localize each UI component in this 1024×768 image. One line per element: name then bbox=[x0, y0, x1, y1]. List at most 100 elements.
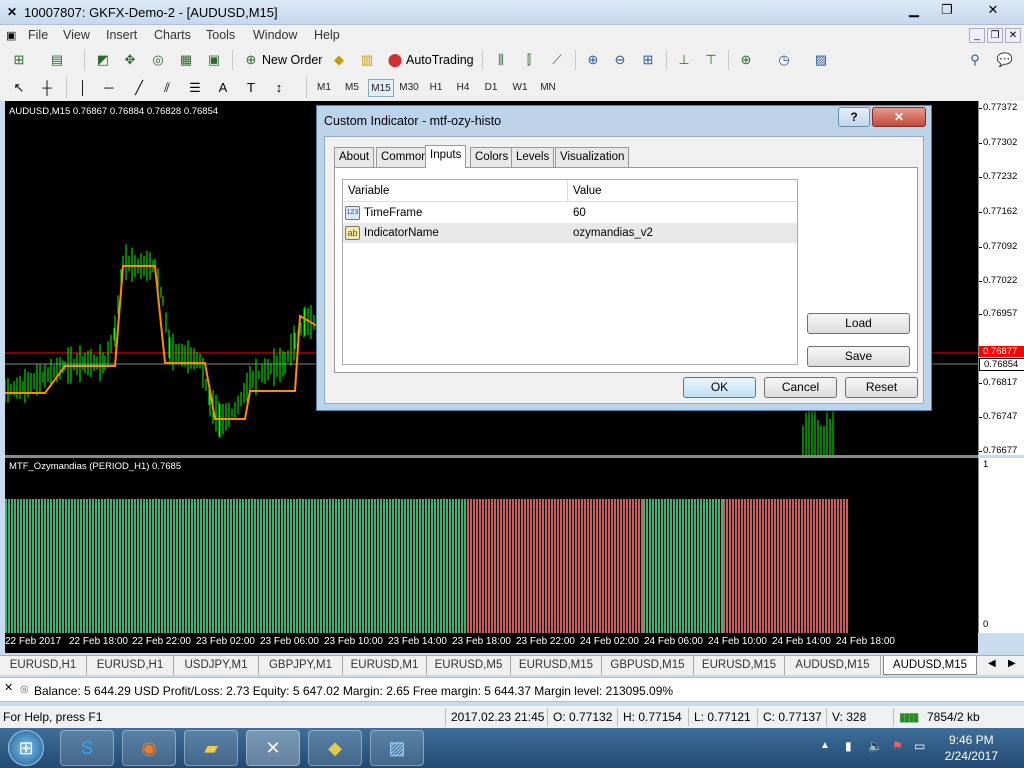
tab-visualization[interactable]: Visualization bbox=[555, 147, 630, 167]
terminal-close-icon[interactable]: ✕ bbox=[4, 681, 13, 694]
clock[interactable]: 9:46 PM 2/24/2017 bbox=[945, 732, 998, 764]
firefox-taskbar-button[interactable]: ◉ bbox=[122, 730, 176, 766]
connection-status-icon[interactable]: ▮▮▮▮ bbox=[899, 710, 919, 724]
market-watch-icon[interactable]: ◩ bbox=[92, 49, 114, 71]
ok-button[interactable]: OK bbox=[683, 377, 756, 398]
menu-window[interactable]: Window bbox=[253, 28, 297, 42]
crosshair-icon[interactable]: ┼ bbox=[36, 77, 58, 99]
indicator-subwindow[interactable]: MTF_Ozymandias (PERIOD_H1) 0.7685 bbox=[5, 458, 978, 633]
indicator-scale[interactable]: 1 0 bbox=[978, 458, 1024, 633]
explorer-taskbar-button[interactable]: ▰ bbox=[184, 730, 238, 766]
reset-button[interactable]: Reset bbox=[845, 377, 918, 398]
profiles-icon[interactable]: ▤ bbox=[46, 49, 68, 71]
text-icon[interactable]: A bbox=[212, 77, 234, 99]
tray-volume-icon[interactable]: 🔈 bbox=[868, 739, 883, 753]
navigator-icon[interactable]: ✥ bbox=[119, 49, 141, 71]
new-order-icon[interactable]: ⊕ bbox=[240, 49, 262, 71]
tab-about[interactable]: About bbox=[334, 147, 375, 167]
table-row[interactable]: ab IndicatorName ozymandias_v2 bbox=[343, 223, 797, 243]
dialog-close-button[interactable]: ✕ bbox=[872, 107, 926, 127]
vertical-line-icon[interactable]: │ bbox=[72, 77, 94, 99]
timeframe-m30[interactable]: M30 bbox=[396, 79, 422, 97]
cancel-button[interactable]: Cancel bbox=[764, 377, 837, 398]
new-chart-icon[interactable]: ⊞ bbox=[8, 49, 30, 71]
chart-shift-icon[interactable]: ⊥ bbox=[673, 49, 695, 71]
indicators-icon[interactable]: ⊕ bbox=[735, 49, 757, 71]
chart-tab[interactable]: GBPUSD,M15 bbox=[602, 656, 694, 675]
tray-battery-icon[interactable]: ▭ bbox=[914, 739, 925, 753]
chart-tab[interactable]: GBPJPY,M1 bbox=[259, 656, 343, 675]
chart-tab[interactable]: AUDUSD,M15 bbox=[785, 656, 881, 675]
fibonacci-icon[interactable]: ☰ bbox=[184, 77, 206, 99]
show-hidden-icons[interactable]: ▲ bbox=[820, 740, 830, 751]
menu-tools[interactable]: Tools bbox=[206, 28, 235, 42]
timeframe-m5[interactable]: M5 bbox=[340, 79, 364, 97]
menu-help[interactable]: Help bbox=[314, 28, 340, 42]
autotrading-icon[interactable]: ⬤ bbox=[384, 49, 406, 71]
tabs-scroll-right-icon[interactable]: ▶ bbox=[1008, 658, 1016, 669]
metaeditor-icon[interactable]: ◆ bbox=[328, 49, 350, 71]
column-header-variable[interactable]: Variable bbox=[343, 180, 568, 202]
minimize-button[interactable]: ▁ bbox=[900, 1, 928, 21]
dialog-help-button[interactable]: ? bbox=[838, 107, 870, 127]
autotrading-button[interactable]: AutoTrading bbox=[406, 53, 474, 67]
zoom-out-icon[interactable]: ⊖ bbox=[609, 49, 631, 71]
equidistant-channel-icon[interactable]: ⫽ bbox=[156, 77, 178, 99]
strategy-tester-icon[interactable]: ▣ bbox=[203, 49, 225, 71]
templates-icon[interactable]: ▨ bbox=[810, 49, 832, 71]
chart-tab[interactable]: USDJPY,M1 bbox=[174, 656, 259, 675]
mdi-minimize-button[interactable]: _ bbox=[969, 28, 985, 43]
chart-tab[interactable]: EURUSD,M1 bbox=[343, 656, 427, 675]
tab-inputs[interactable]: Inputs bbox=[425, 145, 467, 168]
auto-scroll-icon[interactable]: ⊤ bbox=[700, 49, 722, 71]
chart-tab-active[interactable]: AUDUSD,M15 bbox=[883, 656, 977, 675]
chat-icon[interactable]: 💬 bbox=[994, 49, 1016, 71]
menu-view[interactable]: View bbox=[63, 28, 90, 42]
param-value[interactable]: ozymandias_v2 bbox=[573, 223, 653, 243]
horizontal-line-icon[interactable]: ─ bbox=[98, 77, 120, 99]
market-icon[interactable]: ▥ bbox=[356, 49, 378, 71]
restore-button[interactable]: ❐ bbox=[933, 1, 961, 21]
menu-insert[interactable]: Insert bbox=[106, 28, 137, 42]
candlesticks-icon[interactable]: ⫿ bbox=[518, 49, 540, 71]
mdi-restore-button[interactable]: ❐ bbox=[987, 28, 1003, 43]
data-window-icon[interactable]: ◎ bbox=[147, 49, 169, 71]
child-window-icon[interactable]: ▣ bbox=[6, 29, 16, 42]
mdi-close-button[interactable]: ✕ bbox=[1005, 28, 1021, 43]
start-button[interactable]: ⊞ bbox=[8, 730, 44, 766]
photo-viewer-taskbar-button[interactable]: ▨ bbox=[370, 730, 424, 766]
line-chart-icon[interactable]: ⟋ bbox=[546, 49, 568, 71]
text-label-icon[interactable]: T bbox=[240, 77, 262, 99]
chart-tab[interactable]: EURUSD,M15 bbox=[694, 656, 785, 675]
tabs-scroll-left-icon[interactable]: ◀ bbox=[988, 658, 996, 669]
skype-taskbar-button[interactable]: S bbox=[60, 730, 114, 766]
arrows-icon[interactable]: ↕ bbox=[268, 77, 290, 99]
price-scale[interactable]: 0.77372 0.77302 0.77232 0.77162 0.77092 … bbox=[978, 101, 1024, 456]
chart-tab[interactable]: EURUSD,H1 bbox=[87, 656, 174, 675]
timeframe-h4[interactable]: H4 bbox=[452, 79, 474, 97]
chart-tab[interactable]: EURUSD,H1 bbox=[0, 656, 87, 675]
new-order-button[interactable]: New Order bbox=[262, 53, 322, 67]
chart-tab[interactable]: EURUSD,M15 bbox=[511, 656, 602, 675]
save-button[interactable]: Save bbox=[807, 346, 910, 367]
column-header-value[interactable]: Value bbox=[568, 180, 797, 202]
load-button[interactable]: Load bbox=[807, 313, 910, 334]
trendline-icon[interactable]: ╱ bbox=[128, 77, 150, 99]
timeframe-m15[interactable]: M15 bbox=[368, 79, 394, 97]
search-icon[interactable]: ⚲ bbox=[964, 49, 986, 71]
param-value[interactable]: 60 bbox=[573, 203, 586, 223]
close-button[interactable]: ✕ bbox=[978, 1, 1008, 21]
timeframe-mn[interactable]: MN bbox=[536, 79, 560, 97]
timeframe-d1[interactable]: D1 bbox=[480, 79, 502, 97]
tray-network-icon[interactable]: ▮ bbox=[845, 739, 852, 753]
zoom-in-icon[interactable]: ⊕ bbox=[582, 49, 604, 71]
metaeditor-taskbar-button[interactable]: ◆ bbox=[308, 730, 362, 766]
bar-chart-icon[interactable]: ⫼ bbox=[490, 49, 512, 71]
table-row[interactable]: 123 TimeFrame 60 bbox=[343, 203, 797, 223]
tile-windows-icon[interactable]: ⊞ bbox=[637, 49, 659, 71]
cursor-icon[interactable]: ↖ bbox=[8, 77, 30, 99]
chart-tab[interactable]: EURUSD,M5 bbox=[427, 656, 511, 675]
menu-charts[interactable]: Charts bbox=[154, 28, 191, 42]
timeframe-w1[interactable]: W1 bbox=[508, 79, 532, 97]
terminal-icon[interactable]: ▦ bbox=[175, 49, 197, 71]
